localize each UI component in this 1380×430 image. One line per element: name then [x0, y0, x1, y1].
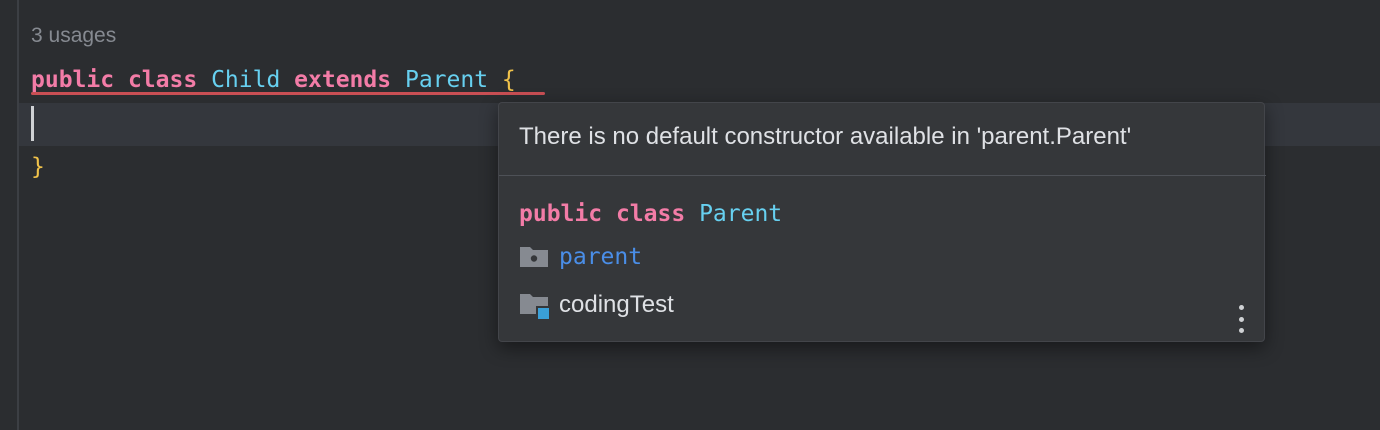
error-message: There is no default constructor availabl… — [519, 123, 1132, 150]
decl-class-name: Parent — [699, 201, 783, 227]
class-name[interactable]: Child — [211, 67, 280, 93]
close-brace: } — [31, 154, 45, 180]
parent-declaration: public class Parent — [519, 201, 782, 227]
package-row: parent — [519, 243, 642, 271]
decl-keyword-class: class — [615, 201, 686, 227]
more-dot — [1238, 305, 1244, 310]
package-folder-icon — [519, 243, 551, 271]
text-caret — [31, 106, 34, 141]
error-tooltip-popup: There is no default constructor availabl… — [498, 102, 1266, 342]
code-line-class-declaration[interactable]: public class Child extends Parent { — [31, 65, 516, 95]
keyword-class: class — [127, 67, 198, 93]
decl-keyword-public: public — [519, 201, 603, 227]
open-brace: { — [501, 67, 516, 93]
error-underline — [31, 92, 545, 95]
keyword-public: public — [31, 67, 115, 93]
module-name: codingTest — [559, 291, 674, 318]
more-dot — [1238, 328, 1244, 333]
module-folder-icon — [519, 291, 551, 319]
more-vertical-icon[interactable] — [1231, 305, 1251, 333]
package-link[interactable]: parent — [559, 244, 642, 270]
usages-inlay-hint[interactable]: 3 usages — [31, 24, 116, 48]
code-editor[interactable]: 3 usages public class Child extends Pare… — [0, 0, 1380, 430]
code-line-closing-brace[interactable]: } — [31, 152, 45, 182]
more-dot — [1238, 316, 1244, 322]
parent-class-reference[interactable]: Parent — [405, 67, 488, 93]
popup-divider — [499, 175, 1266, 176]
module-row: codingTest — [519, 291, 674, 319]
gutter-divider — [17, 0, 19, 430]
keyword-extends: extends — [294, 67, 392, 93]
